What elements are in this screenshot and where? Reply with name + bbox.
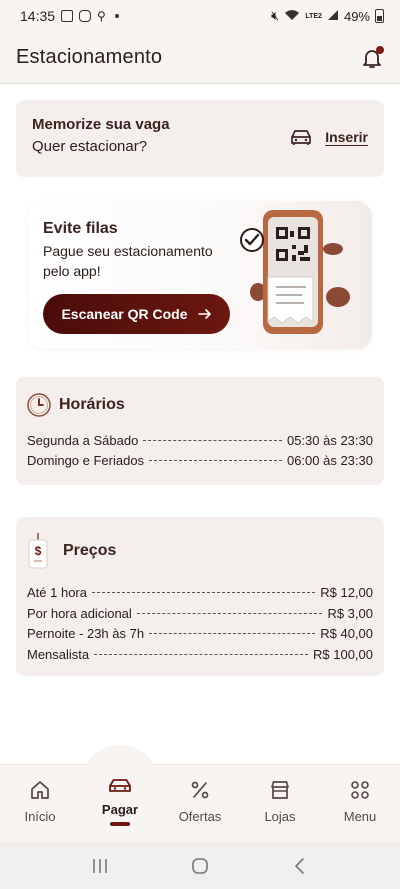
nav-label-pagar: Pagar bbox=[101, 802, 139, 817]
app-header: Estacionamento bbox=[0, 32, 400, 84]
price-row-value: R$ 3,00 bbox=[327, 605, 373, 621]
qr-promo-text: Pague seu estacionamento pelo app! bbox=[43, 243, 213, 279]
bottom-navigation: Início Pagar Ofertas Lojas Menu bbox=[0, 745, 400, 842]
price-row-label: Por hora adicional bbox=[27, 605, 132, 621]
price-row-label: Mensalista bbox=[27, 646, 90, 662]
recent-apps-icon[interactable] bbox=[90, 857, 110, 875]
dotted-leader bbox=[149, 460, 282, 461]
scan-qr-label: Escanear QR Code bbox=[61, 306, 188, 322]
gallery-notification-icon bbox=[61, 10, 74, 22]
signal-icon bbox=[327, 9, 339, 24]
price-row-value: R$ 12,00 bbox=[320, 585, 373, 600]
car-icon bbox=[109, 779, 131, 792]
notifications-button[interactable] bbox=[360, 45, 384, 70]
price-row-value: R$ 100,00 bbox=[313, 646, 373, 662]
nav-item-lojas[interactable]: Lojas bbox=[240, 779, 320, 824]
dotted-leader bbox=[94, 653, 308, 655]
home-icon bbox=[31, 781, 49, 799]
page-title: Estacionamento bbox=[16, 46, 163, 68]
clock-icon bbox=[27, 393, 51, 417]
mute-icon: 🔇︎ bbox=[271, 8, 280, 23]
price-row-label: Pernoite - 23h às 7h bbox=[27, 626, 145, 641]
dotted-leader bbox=[143, 440, 282, 441]
prices-card: $ Preços Até 1 hora R$ 12,00 Por hora ad… bbox=[16, 517, 384, 676]
hours-row-label: Segunda a Sábado bbox=[27, 433, 139, 448]
price-row: Mensalista R$ 100,00 bbox=[27, 647, 373, 668]
nav-item-inicio[interactable]: Início bbox=[0, 779, 80, 824]
wifi-icon bbox=[284, 9, 300, 24]
nav-item-pagar[interactable]: Pagar bbox=[80, 765, 160, 826]
dotted-leader bbox=[136, 612, 323, 614]
qr-promo-title: Evite filas bbox=[43, 220, 118, 237]
network-type: LTE2 bbox=[305, 12, 322, 20]
nav-label-ofertas: Ofertas bbox=[178, 809, 222, 824]
price-tag-icon: $ bbox=[28, 533, 48, 569]
hours-row-value: 05:30 às 23:30 bbox=[286, 433, 373, 448]
hours-row: Domingo e Feriados 06:00 às 23:30 bbox=[27, 453, 373, 473]
price-row: Pernoite - 23h às 7h R$ 40,00 bbox=[27, 626, 373, 647]
price-row: Por hora adicional R$ 3,00 bbox=[27, 606, 373, 627]
store-icon bbox=[271, 781, 289, 799]
back-icon[interactable] bbox=[290, 856, 310, 876]
phone-qr-illustration bbox=[240, 210, 350, 334]
home-button-icon[interactable] bbox=[190, 856, 210, 876]
nav-item-ofertas[interactable]: Ofertas bbox=[160, 779, 240, 824]
notification-badge bbox=[376, 45, 384, 54]
grid-icon bbox=[351, 781, 369, 799]
nav-label-inicio: Início bbox=[24, 809, 56, 824]
dotted-leader bbox=[149, 633, 316, 634]
hours-row-label: Domingo e Feriados bbox=[27, 453, 145, 468]
price-row: Até 1 hora R$ 12,00 bbox=[27, 585, 373, 606]
svg-text:$: $ bbox=[35, 544, 42, 558]
memorize-spot-card: Memorize sua vaga Quer estacionar? Inser… bbox=[16, 100, 384, 177]
status-bar: 14:35 ⚲ 🔇︎ LTE2 49% bbox=[0, 0, 400, 32]
price-row-label: Até 1 hora bbox=[27, 585, 87, 600]
battery-percentage: 49% bbox=[343, 8, 370, 24]
car-icon bbox=[291, 130, 312, 145]
scan-qr-button[interactable]: Escanear QR Code bbox=[43, 294, 230, 334]
arrow-right-icon bbox=[197, 309, 211, 319]
system-navigation-bar bbox=[0, 842, 400, 889]
insert-spot-button[interactable]: Inserir bbox=[289, 128, 368, 146]
nav-label-menu: Menu bbox=[343, 809, 377, 824]
nav-label-lojas: Lojas bbox=[264, 809, 296, 824]
nav-item-menu[interactable]: Menu bbox=[320, 779, 400, 824]
hours-header: Horários bbox=[27, 377, 373, 433]
app-notification-icon: ⚲ bbox=[97, 9, 106, 23]
prices-header: $ Preços bbox=[27, 517, 373, 585]
hours-row-value: 06:00 às 23:30 bbox=[286, 453, 373, 468]
status-time: 14:35 bbox=[20, 8, 56, 24]
prices-title: Preços bbox=[63, 542, 117, 559]
battery-icon bbox=[375, 9, 384, 23]
dotted-leader bbox=[92, 592, 316, 593]
instagram-notification-icon bbox=[79, 10, 92, 22]
price-row-value: R$ 40,00 bbox=[320, 626, 373, 641]
hours-row: Segunda a Sábado 05:30 às 23:30 bbox=[27, 433, 373, 453]
active-tab-indicator bbox=[110, 822, 130, 826]
qr-promo-card: Evite filas Pague seu estacionamento pel… bbox=[28, 201, 372, 349]
more-notifications-icon bbox=[114, 14, 119, 18]
hours-title: Horários bbox=[59, 396, 125, 413]
insert-spot-label: Inserir bbox=[325, 129, 368, 145]
percent-icon bbox=[191, 781, 209, 799]
hours-card: Horários Segunda a Sábado 05:30 às 23:30… bbox=[16, 377, 384, 485]
